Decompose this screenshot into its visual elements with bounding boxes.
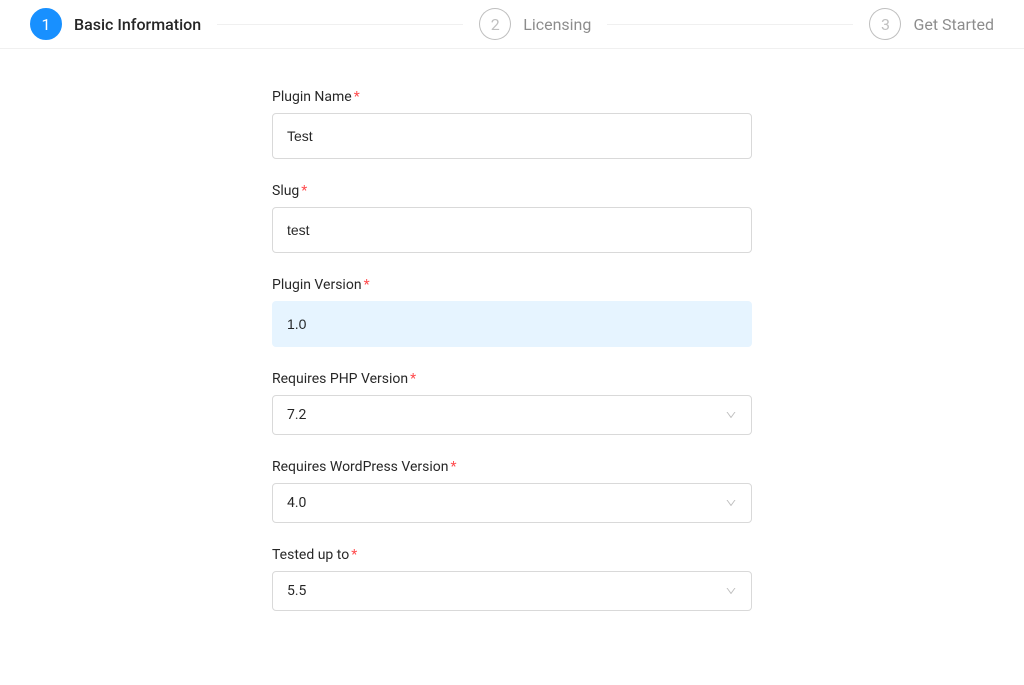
form-item-php-version: Requires PHP Version* 7.2 (272, 371, 752, 435)
required-mark: * (364, 277, 370, 293)
wp-version-label-text: Requires WordPress Version (272, 459, 449, 475)
form-container: Plugin Name* Slug* Plugin Version* Requi… (0, 49, 1024, 675)
plugin-version-label: Plugin Version* (272, 277, 752, 293)
plugin-version-input[interactable] (272, 301, 752, 347)
step-label-3: Get Started (913, 15, 994, 34)
tested-up-to-value: 5.5 (287, 583, 306, 599)
form-item-tested-up-to: Tested up to* 5.5 (272, 547, 752, 611)
plugin-version-label-text: Plugin Version (272, 277, 362, 293)
required-mark: * (351, 547, 357, 563)
form-item-plugin-version: Plugin Version* (272, 277, 752, 347)
step-circle-1: 1 (30, 8, 62, 40)
wp-version-label: Requires WordPress Version* (272, 459, 752, 475)
step-number-1: 1 (42, 15, 51, 34)
tested-up-to-select[interactable]: 5.5 (272, 571, 752, 611)
php-version-label: Requires PHP Version* (272, 371, 752, 387)
step-divider (607, 24, 853, 25)
step-number-2: 2 (491, 15, 500, 34)
php-version-value: 7.2 (287, 407, 306, 423)
form-item-slug: Slug* (272, 183, 752, 253)
chevron-down-icon (725, 497, 737, 509)
php-version-select[interactable]: 7.2 (272, 395, 752, 435)
slug-label: Slug* (272, 183, 752, 199)
form-inner: Plugin Name* Slug* Plugin Version* Requi… (272, 89, 752, 635)
chevron-down-icon (725, 585, 737, 597)
required-mark: * (301, 183, 307, 199)
plugin-name-input[interactable] (272, 113, 752, 159)
required-mark: * (451, 459, 457, 475)
step-label-1: Basic Information (74, 15, 201, 34)
tested-up-to-label: Tested up to* (272, 547, 752, 563)
tested-up-to-label-text: Tested up to (272, 547, 349, 563)
form-item-wp-version: Requires WordPress Version* 4.0 (272, 459, 752, 523)
step-1[interactable]: 1 Basic Information (30, 8, 201, 40)
php-version-label-text: Requires PHP Version (272, 371, 408, 387)
chevron-down-icon (725, 409, 737, 421)
slug-input[interactable] (272, 207, 752, 253)
plugin-name-label: Plugin Name* (272, 89, 752, 105)
step-label-2: Licensing (523, 15, 591, 34)
required-mark: * (410, 371, 416, 387)
form-item-plugin-name: Plugin Name* (272, 89, 752, 159)
slug-label-text: Slug (272, 183, 299, 199)
plugin-name-label-text: Plugin Name (272, 89, 352, 105)
step-divider (217, 24, 463, 25)
required-mark: * (354, 89, 360, 105)
wp-version-select[interactable]: 4.0 (272, 483, 752, 523)
step-circle-2: 2 (479, 8, 511, 40)
step-circle-3: 3 (869, 8, 901, 40)
wizard-steps: 1 Basic Information 2 Licensing 3 Get St… (0, 0, 1024, 49)
step-number-3: 3 (881, 15, 890, 34)
step-2[interactable]: 2 Licensing (479, 8, 591, 40)
wp-version-value: 4.0 (287, 495, 306, 511)
step-3[interactable]: 3 Get Started (869, 8, 994, 40)
